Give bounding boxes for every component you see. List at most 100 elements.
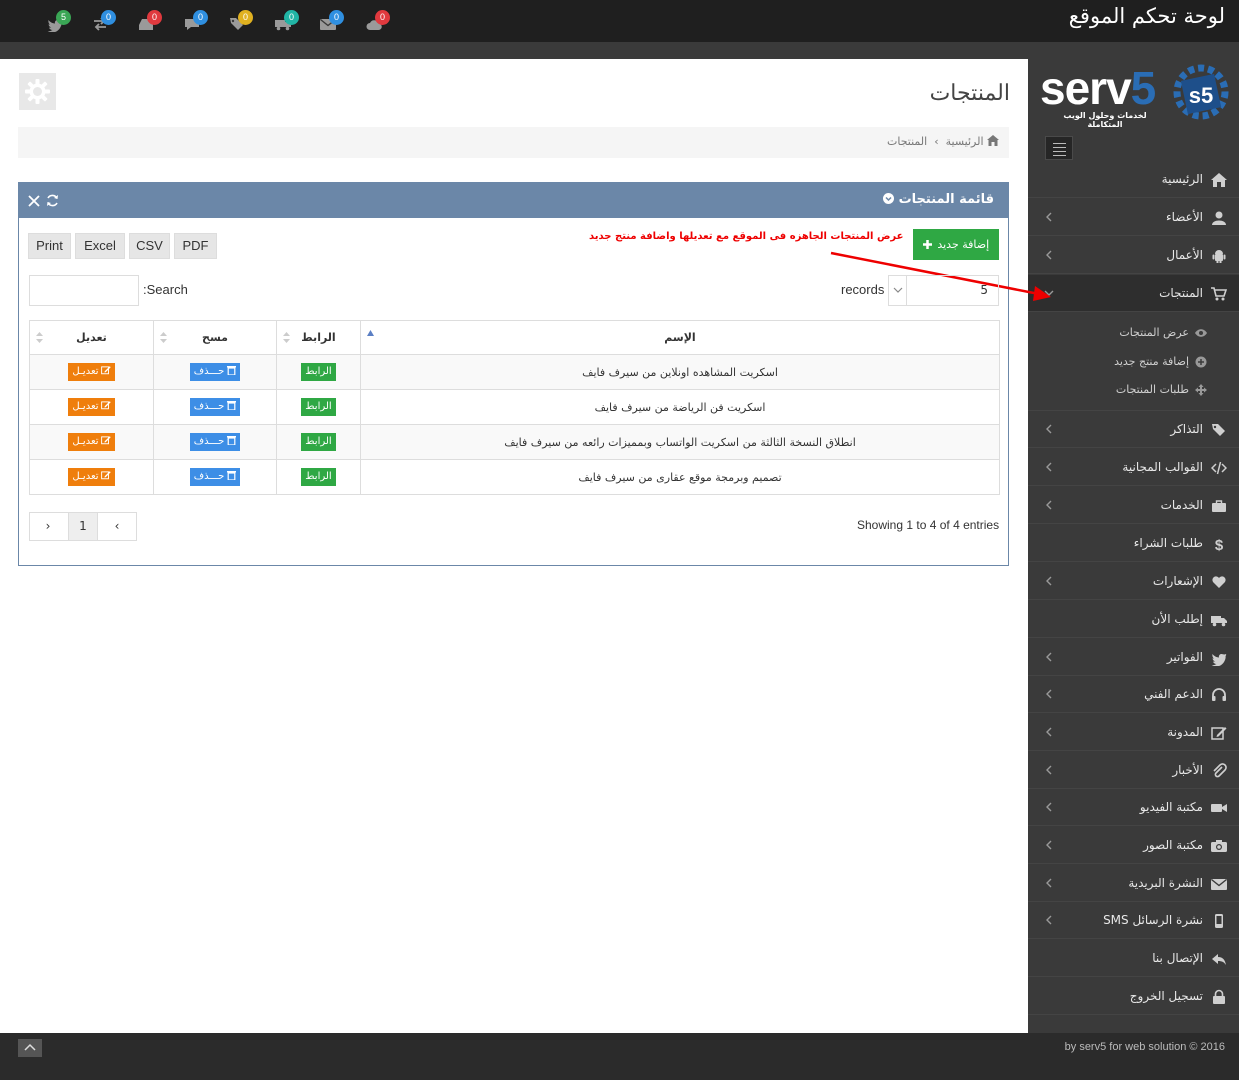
notification-cloud[interactable]: 0 [366,10,394,34]
android-icon [1212,250,1226,263]
sidebar-item-9[interactable]: إطلب الأن [1028,601,1239,638]
pagination-page-1[interactable]: 1 [68,513,98,540]
records-select[interactable]: 5 [888,275,999,306]
sidebar-item-4[interactable]: التذاكر [1028,411,1239,448]
edit-icon [100,366,111,375]
notification-truck[interactable]: 0 [275,10,303,34]
sidebar-item-label: التذاكر [1170,422,1203,436]
column-header-name[interactable]: الإسم [360,320,1000,355]
submenu-item-1[interactable]: إضافة منتج جديد [1114,355,1207,368]
camera-icon [1211,840,1227,852]
link-button[interactable]: الرابط [301,433,336,451]
table-row: تعديـل حـــذف الرابط تصميم وبرمجة موقع عقار… [29,459,1000,495]
records-label: records [841,282,885,297]
delete-button[interactable]: حـــذف [189,468,241,486]
sidebar-item-11[interactable]: الدعم الفني [1028,676,1239,713]
notification-envelope[interactable]: 0 [320,10,348,34]
submenu-item-0[interactable]: عرض المنتجات [1119,326,1207,339]
panel-header: قائمة المنتجات [19,183,1008,218]
logo-text: serv5 [1040,62,1156,114]
submenu-item-label: إضافة منتج جديد [1114,355,1189,368]
sidebar-item-19[interactable]: تسجيل الخروج [1028,978,1239,1015]
sidebar-item-16[interactable]: النشرة البريدية [1028,865,1239,902]
menu-toggle-button[interactable] [1045,136,1073,160]
sidebar-item-8[interactable]: الإشعارات [1028,563,1239,600]
logo[interactable]: serv5 لخدمات وحلول الويب المتكاملة s5 [1040,61,1230,131]
settings-button[interactable] [19,73,56,110]
delete-button[interactable]: حـــذف [189,433,241,451]
refresh-icon[interactable] [46,194,59,207]
page-title: المنتجات [929,81,1010,106]
sidebar-item-label: المنتجات [1159,286,1203,300]
records-value: 5 [980,283,988,297]
sidebar-item-label: الأخبار [1172,763,1203,777]
sidebar-item-label: الفواتير [1166,650,1203,664]
add-new-button[interactable]: إضافة جديد [913,229,999,260]
sidebar-item-17[interactable]: نشرة الرسائل SMS [1028,902,1239,939]
delete-button[interactable]: حـــذف [189,398,241,416]
column-header-edit[interactable]: تعديل [29,320,154,355]
pagination-next-button[interactable]: › [30,513,66,540]
hint-text: عرض المنتجات الجاهزه فى الموقع مع تعديله… [589,231,904,242]
chevron-left-icon [1046,727,1052,737]
sidebar-item-1[interactable]: الأعضاء [1028,199,1239,236]
notification-exchange[interactable]: 0 [92,10,120,34]
sidebar: serv5 لخدمات وحلول الويب المتكاملة s5 ال… [1028,59,1239,1033]
submenu-item-2[interactable]: طلبات المنتجات [1116,383,1207,396]
plus-icon [922,240,932,249]
footer-text: by serv5 for web solution © 2016 [1064,1041,1225,1053]
breadcrumb-current: المنتجات [886,135,928,148]
delete-button[interactable]: حـــذف [189,363,241,381]
sidebar-item-0[interactable]: الرئيسية [1028,161,1239,198]
notification-badge: 0 [147,10,162,25]
chevron-up-icon [24,1043,36,1051]
close-icon[interactable] [28,195,40,207]
trash-icon [227,436,237,446]
scroll-top-button[interactable] [18,1039,42,1057]
pagination-prev-button[interactable]: ‹ [98,513,136,540]
arrows-icon [1195,384,1207,396]
breadcrumb-separator: › [934,135,939,148]
sidebar-item-6[interactable]: الخدمات [1028,487,1239,524]
edit-button[interactable]: تعديـل [68,398,115,416]
link-button[interactable]: الرابط [301,468,336,486]
link-button[interactable]: الرابط [301,363,336,381]
breadcrumb-home-link[interactable]: الرئيسية [946,135,984,148]
sidebar-item-15[interactable]: مكتبة الصور [1028,827,1239,864]
sidebar-item-10[interactable]: الفواتير [1028,639,1239,676]
notification-twitter[interactable]: 5 [47,10,75,34]
sidebar-item-18[interactable]: الإتصال بنا [1028,940,1239,977]
sidebar-item-7[interactable]: $ طلبات الشراء [1028,525,1239,562]
logo-mark-icon: s5 [1173,64,1229,120]
paperclip-icon [1213,763,1227,778]
sidebar-item-13[interactable]: الأخبار [1028,752,1239,789]
notification-tags[interactable]: 0 [229,10,257,34]
notification-comment[interactable]: 0 [184,10,212,34]
reply-icon [1212,954,1226,965]
edit-button[interactable]: تعديـل [68,433,115,451]
search-input[interactable] [29,275,139,306]
notification-badge: 0 [284,10,299,25]
print-button[interactable]: Print [28,233,71,259]
chevron-down-icon [889,276,907,305]
link-button[interactable]: الرابط [301,398,336,416]
sidebar-item-14[interactable]: مكتبة الفيديو [1028,789,1239,826]
submenu-item-label: عرض المنتجات [1119,326,1189,339]
pdf-button[interactable]: PDF [174,233,217,259]
sidebar-item-12[interactable]: المدونة [1028,714,1239,751]
edit-icon [100,401,111,410]
sidebar-item-label: الرئيسية [1161,172,1203,186]
mobile-icon [1215,914,1223,928]
site-title: لوحة تحكم الموقع [1068,4,1225,28]
edit-button[interactable]: تعديـل [68,363,115,381]
column-header-link[interactable]: الرابط [276,320,361,355]
notification-inbox[interactable]: 0 [138,10,166,34]
sidebar-item-5[interactable]: القوالب المجانية [1028,449,1239,486]
chevron-left-icon [1046,424,1052,434]
edit-button[interactable]: تعديـل [68,468,115,486]
sidebar-item-label: النشرة البريدية [1128,876,1203,890]
column-header-delete[interactable]: مسح [153,320,277,355]
csv-button[interactable]: CSV [129,233,170,259]
chevron-left-icon [1046,765,1052,775]
excel-button[interactable]: Excel [75,233,125,259]
